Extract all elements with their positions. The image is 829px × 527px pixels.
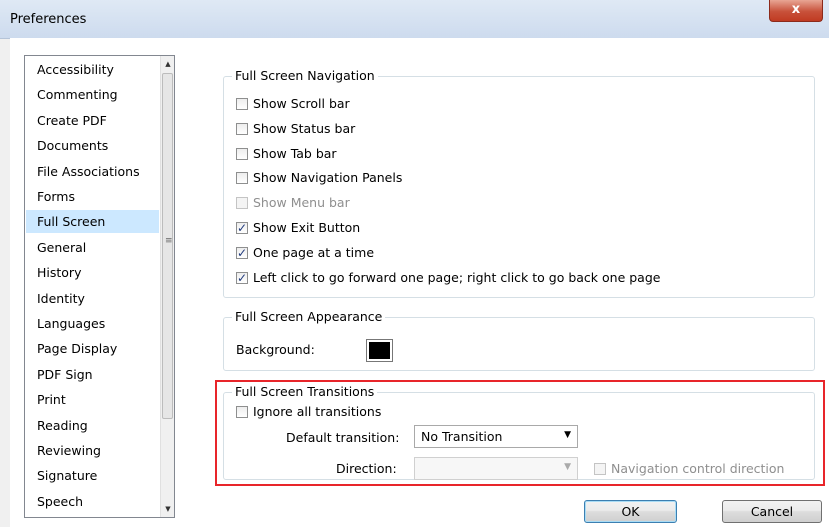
- category-item[interactable]: Commenting: [26, 83, 159, 106]
- navigation-option-label: One page at a time: [253, 244, 375, 260]
- category-item[interactable]: Full Screen: [26, 210, 159, 234]
- cancel-button[interactable]: Cancel: [722, 500, 822, 523]
- category-item[interactable]: History: [26, 261, 159, 284]
- checkbox-icon[interactable]: [236, 122, 248, 135]
- category-item[interactable]: Reading: [26, 414, 159, 437]
- ok-button[interactable]: OK: [584, 500, 677, 523]
- category-item[interactable]: Page Display: [26, 337, 159, 360]
- checkbox-icon[interactable]: [236, 98, 248, 110]
- appearance-group-title: Full Screen Appearance: [232, 309, 386, 325]
- navigation-option-label: Left click to go forward one page; right…: [253, 269, 661, 285]
- category-item[interactable]: Documents: [26, 134, 159, 157]
- navigation-option[interactable]: Show Navigation Panels: [236, 169, 402, 187]
- checked-checkbox-icon[interactable]: [236, 219, 248, 237]
- category-item[interactable]: Create PDF: [26, 109, 159, 132]
- navigation-option[interactable]: Left click to go forward one page; right…: [236, 269, 660, 287]
- category-item[interactable]: Identity: [26, 287, 159, 310]
- category-item[interactable]: Print: [26, 388, 159, 411]
- window-title: Preferences: [10, 12, 87, 27]
- checked-checkbox-icon[interactable]: [236, 269, 248, 287]
- navigation-option-label: Show Scroll bar: [253, 96, 350, 111]
- navigation-option[interactable]: Show Tab bar: [236, 145, 337, 163]
- category-item[interactable]: Languages: [26, 312, 159, 335]
- scroll-down-icon[interactable]: ▼: [161, 502, 174, 516]
- navigation-option[interactable]: Show Status bar: [236, 120, 355, 138]
- category-item[interactable]: General: [26, 236, 159, 259]
- navigation-option-label: Show Exit Button: [253, 220, 361, 235]
- category-item[interactable]: Signature: [26, 464, 159, 487]
- category-item[interactable]: Speech: [26, 490, 159, 513]
- category-item[interactable]: PDF Sign: [26, 363, 159, 386]
- category-item[interactable]: Accessibility: [26, 58, 159, 81]
- navigation-group-title: Full Screen Navigation: [232, 68, 378, 84]
- checked-checkbox-icon[interactable]: [236, 244, 248, 262]
- navigation-option[interactable]: Show Menu bar: [236, 194, 350, 212]
- background-label: Background:: [236, 342, 315, 357]
- checkbox-icon[interactable]: [236, 147, 248, 160]
- category-item[interactable]: Forms: [26, 185, 159, 208]
- category-list[interactable]: Accessibility Commenting Create PDF Documen…: [24, 55, 175, 518]
- category-item[interactable]: Reviewing: [26, 439, 159, 462]
- navigation-option-label: Show Tab bar: [253, 145, 337, 161]
- scroll-thumb[interactable]: ≡: [162, 73, 173, 419]
- navigation-option[interactable]: Show Scroll bar: [236, 95, 350, 113]
- scroll-up-icon[interactable]: ▲: [161, 57, 174, 71]
- grip-icon: ≡: [165, 236, 173, 246]
- navigation-option-label: Show Menu bar: [253, 195, 350, 211]
- checkbox-icon[interactable]: [236, 197, 248, 210]
- background-color-button[interactable]: [366, 339, 393, 362]
- checkbox-icon[interactable]: [236, 172, 248, 185]
- navigation-option-label: Show Status bar: [253, 120, 356, 136]
- title-bar: Preferences x: [0, 0, 829, 39]
- navigation-option[interactable]: One page at a time: [236, 244, 374, 262]
- background-color-swatch: [369, 342, 390, 359]
- category-scrollbar[interactable]: ▲ ≡ ▼: [160, 56, 174, 517]
- navigation-option-label: Show Navigation Panels: [253, 170, 403, 186]
- navigation-option[interactable]: Show Exit Button: [236, 219, 360, 237]
- highlight-annotation: [215, 380, 825, 486]
- close-button[interactable]: x: [769, 0, 823, 22]
- category-item[interactable]: File Associations: [26, 160, 159, 183]
